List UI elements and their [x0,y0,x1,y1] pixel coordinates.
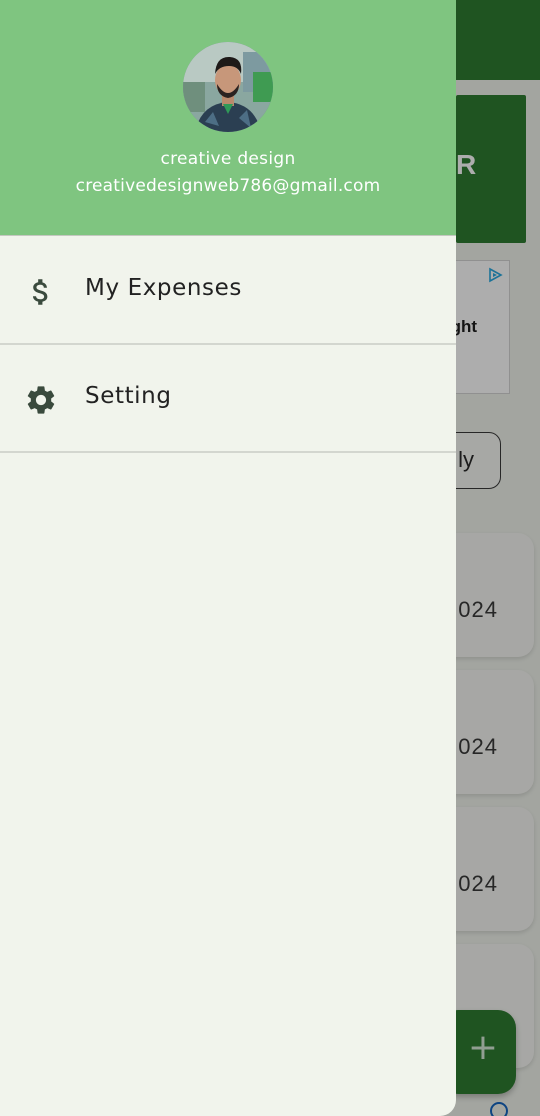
drawer-item-setting[interactable]: Setting [0,345,456,453]
avatar[interactable] [183,42,273,132]
drawer-item-label: Setting [85,383,172,409]
screen: R ght ly 024 024 024 + creative design c… [0,0,540,1116]
drawer-header: creative design creativedesignweb786@gma… [0,0,456,236]
drawer-item-my-expenses[interactable]: My Expenses [0,237,456,345]
dollar-icon [32,279,48,305]
gear-icon [27,386,55,414]
user-photo-icon [183,42,273,132]
user-name: creative design [160,149,296,169]
user-email: creativedesignweb786@gmail.com [75,176,381,196]
navigation-drawer: creative design creativedesignweb786@gma… [0,0,456,1116]
drawer-item-label: My Expenses [85,275,242,301]
